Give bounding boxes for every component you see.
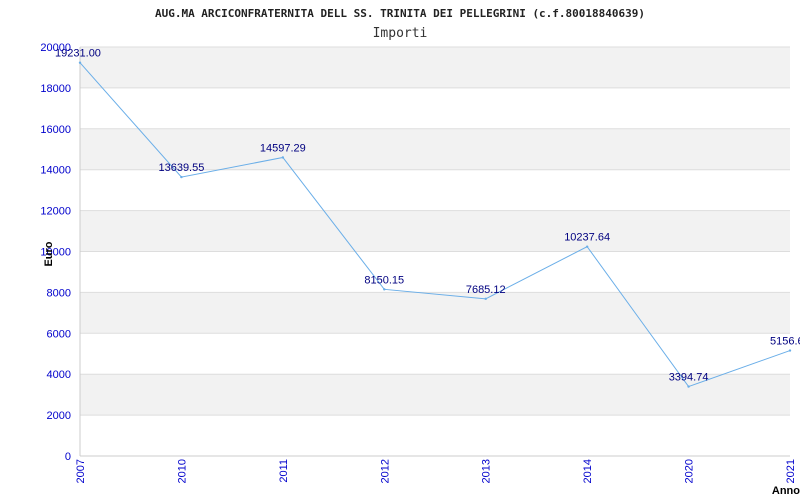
y-tick-label: 14000 (40, 165, 71, 177)
data-label: 3394.74 (669, 372, 709, 384)
chart-subtitle: Importi (373, 26, 428, 41)
data-label: 19231.00 (55, 48, 101, 60)
data-label: 14597.29 (260, 142, 306, 154)
plot-band (80, 333, 790, 375)
data-point (383, 288, 386, 291)
x-tick-label: 2012 (379, 459, 391, 483)
y-tick-label: 0 (65, 451, 71, 463)
y-tick-label: 18000 (40, 83, 71, 95)
plot-band (80, 251, 790, 293)
y-axis-label: Euro (43, 241, 55, 266)
x-tick-label: 2013 (481, 459, 493, 483)
x-tick-label: 2010 (176, 459, 188, 483)
data-label: 10237.64 (564, 232, 610, 244)
plot-band (80, 47, 790, 88)
y-tick-label: 8000 (47, 287, 71, 299)
data-point (281, 156, 285, 159)
y-tick-label: 2000 (47, 410, 71, 422)
x-tick-labels: 2007 2010 2011 2012 2013 2014 2020 2021 (75, 459, 797, 483)
x-tick-label: 2014 (582, 459, 594, 483)
data-label: 7685.12 (466, 284, 506, 296)
x-tick-label: 2011 (278, 459, 290, 483)
y-tick-label: 16000 (40, 124, 71, 136)
data-point (180, 175, 183, 179)
x-tick-label: 2007 (75, 459, 87, 483)
data-point (788, 349, 792, 352)
x-tick-label: 2021 (785, 459, 797, 483)
data-point (78, 61, 82, 64)
plot-band (80, 292, 790, 334)
data-point (585, 245, 589, 248)
data-label: 13639.55 (158, 162, 204, 174)
x-tick-label: 2020 (684, 459, 696, 483)
plot-band (80, 415, 790, 456)
plot-band (80, 210, 790, 252)
chart-title: AUG.MA ARCICONFRATERNITA DELL SS. TRINIT… (155, 7, 645, 20)
data-point (484, 297, 487, 301)
data-label: 8150.15 (364, 274, 404, 286)
y-tick-label: 12000 (40, 206, 71, 218)
y-tick-label: 6000 (47, 328, 71, 340)
y-tick-label: 4000 (47, 369, 71, 381)
line-chart: AUG.MA ARCICONFRATERNITA DELL SS. TRINIT… (40, 7, 800, 497)
plot-band (80, 87, 790, 129)
data-label: 5156.6 (770, 336, 800, 348)
data-point (687, 385, 690, 388)
x-axis-label: Anno (772, 485, 800, 497)
